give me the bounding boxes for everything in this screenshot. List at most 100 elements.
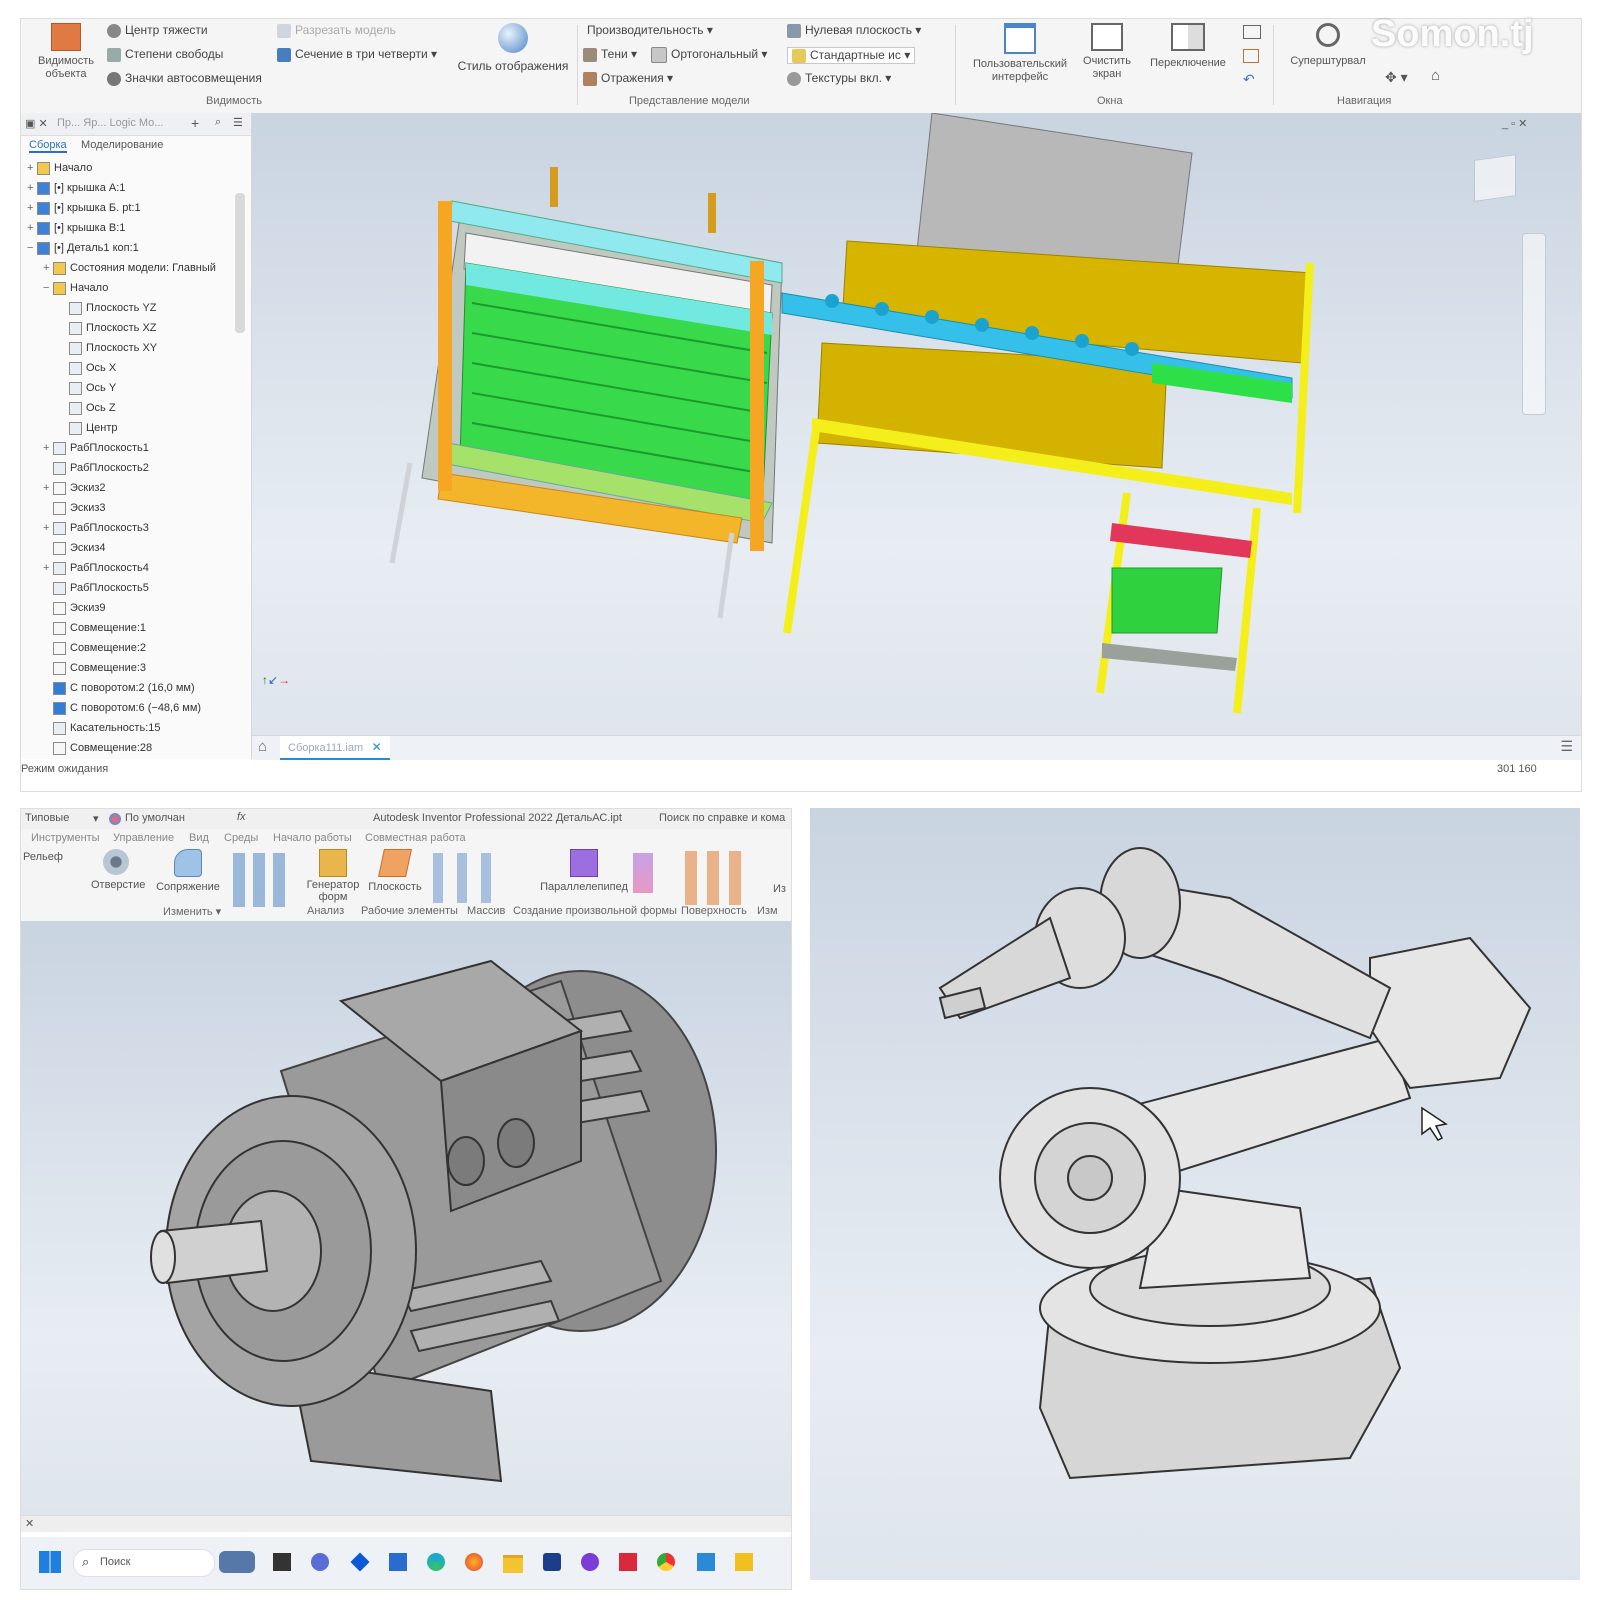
browser-tree-item[interactable]: Ось X <box>59 359 116 377</box>
purple-app-icon[interactable] <box>581 1553 599 1571</box>
browser-tree-item[interactable]: + [•] крышка Б. рt:1 <box>27 199 141 217</box>
center-of-gravity-toggle[interactable]: Центр тяжести <box>107 23 208 38</box>
navigation-bar[interactable] <box>1522 233 1546 415</box>
orthographic-dropdown[interactable]: Ортогональный ▾ <box>651 47 767 63</box>
document-tab[interactable]: Сборка111.iam ✕ <box>280 736 390 760</box>
more-tools-button[interactable]: Из <box>773 883 786 895</box>
browser-tree-item[interactable]: Ось Z <box>59 399 116 417</box>
tab-tools[interactable]: Инструменты <box>31 832 100 844</box>
search-icon[interactable]: ⌕ <box>215 116 221 129</box>
chrome-icon[interactable] <box>657 1553 675 1571</box>
browser-tree-item[interactable]: Плоскость XY <box>59 339 157 357</box>
preset-chevron-icon[interactable]: ▾ <box>93 812 99 825</box>
browser-tree-item[interactable]: С поворотом:6 (−48,6 мм) <box>43 699 201 717</box>
browser-tree-item[interactable]: + Начало <box>27 159 92 177</box>
browser-tree-item[interactable]: Совмещение:3 <box>43 659 146 677</box>
robot-arm-viewport[interactable] <box>810 808 1580 1580</box>
browser-tree-item[interactable]: Совмещение:2 <box>43 639 146 657</box>
calendar-icon[interactable] <box>389 1553 407 1571</box>
shape-generator-button[interactable]: Генератор форм <box>301 849 365 903</box>
top-3d-viewport[interactable]: ↑↙→ _ ▫ ✕ <box>252 113 1581 735</box>
task-view-icon[interactable] <box>273 1553 291 1571</box>
browser-tree-item[interactable]: Плоскость YZ <box>59 299 157 317</box>
tab-modeling[interactable]: Моделирование <box>81 139 163 151</box>
browser-tree-item[interactable]: Касательность:15 <box>43 719 160 737</box>
close-tab-icon[interactable]: ✕ <box>372 740 382 754</box>
viewcube-icon[interactable] <box>1474 154 1516 202</box>
expand-toggle-icon[interactable]: + <box>43 479 53 497</box>
browser-tree-item[interactable]: + Эскиз2 <box>43 479 106 497</box>
browser-tree-item[interactable]: + [•] крышка В:1 <box>27 219 125 237</box>
browser-tree-item[interactable]: Совмещение:28 <box>43 739 152 757</box>
tab-manage[interactable]: Управление <box>113 832 174 844</box>
undo-view-icon[interactable]: ↶ <box>1243 71 1255 88</box>
degrees-of-freedom-toggle[interactable]: Степени свободы <box>107 47 223 62</box>
chat-icon[interactable] <box>311 1553 329 1571</box>
inventor-icon[interactable] <box>697 1553 715 1571</box>
expand-toggle-icon[interactable]: + <box>27 179 37 197</box>
standard-lighting-dropdown[interactable]: Стандартные ис ▾ <box>787 47 916 64</box>
browser-tree-item[interactable]: Плоскость XZ <box>59 319 157 337</box>
red-app-icon[interactable] <box>619 1553 637 1571</box>
modify-tool-grid[interactable] <box>233 853 289 907</box>
taskbar-search-input[interactable]: ⌕ Поиск <box>73 1549 215 1577</box>
tab-assembly[interactable]: Сборка <box>29 139 67 153</box>
menu-icon[interactable]: ☰ <box>233 116 243 129</box>
appearance-icon[interactable] <box>109 813 121 825</box>
reflections-dropdown[interactable]: Отражения ▾ <box>583 71 673 86</box>
plane-button[interactable]: Плоскость <box>367 849 423 893</box>
browser-tree-item[interactable]: Совмещение:1 <box>43 619 146 637</box>
expand-toggle-icon[interactable]: + <box>43 559 53 577</box>
arrange-windows-icon[interactable] <box>1243 25 1261 39</box>
tab-collaborate[interactable]: Совместная работа <box>365 832 466 844</box>
ground-plane-toggle[interactable]: Нулевая плоскость ▾ <box>787 23 921 38</box>
browser-search-tabs[interactable]: Пр... Яр... Logic Мо... <box>57 117 163 129</box>
surface-icons[interactable] <box>685 851 747 905</box>
windows-start-icon[interactable] <box>39 1551 61 1573</box>
user-interface-button[interactable]: Пользовательский интерфейс <box>965 23 1075 84</box>
cut-model-button[interactable]: Разрезать модель <box>277 23 396 38</box>
browser-tree-item[interactable]: С поворотом:2 (16,0 мм) <box>43 679 195 697</box>
expand-toggle-icon[interactable]: + <box>27 199 37 217</box>
browser-scrollbar[interactable] <box>235 193 245 333</box>
browser-tree-item[interactable]: + РабПлоскость1 <box>43 439 149 457</box>
b-app-icon[interactable] <box>543 1553 561 1571</box>
expand-toggle-icon[interactable]: + <box>43 259 53 277</box>
browser-tree-item[interactable]: − Начало <box>43 279 108 297</box>
work-features-icons[interactable] <box>433 853 503 903</box>
browser-tree-item[interactable]: + РабПлоскость3 <box>43 519 149 537</box>
shadows-dropdown[interactable]: Тени ▾ <box>583 47 637 62</box>
preset-dropdown[interactable]: Типовые <box>25 812 69 824</box>
clean-screen-button[interactable]: Очистить экран <box>1075 23 1139 81</box>
dropbox-icon[interactable] <box>350 1552 370 1572</box>
browser-tree-item[interactable]: Эскиз3 <box>43 499 106 517</box>
display-style-button[interactable]: Стиль отображения <box>455 23 571 73</box>
browser-tree-item[interactable]: + РабПлоскость4 <box>43 559 149 577</box>
expand-toggle-icon[interactable]: − <box>27 239 37 257</box>
browser-tree-item[interactable]: Центр <box>59 419 118 437</box>
expand-toggle-icon[interactable]: + <box>43 519 53 537</box>
expand-toggle-icon[interactable]: + <box>27 219 37 237</box>
tab-environments[interactable]: Среды <box>224 832 258 844</box>
relief-button[interactable]: Рельеф <box>23 851 63 863</box>
tab-menu-icon[interactable]: ☰ <box>1560 738 1573 755</box>
expand-toggle-icon[interactable]: + <box>43 439 53 457</box>
browser-tree-item[interactable]: + Состояния модели: Главный <box>43 259 216 277</box>
expand-toggle-icon[interactable]: − <box>43 279 53 297</box>
object-visibility-button[interactable]: Видимость объекта <box>31 23 101 93</box>
auto-constraint-toggle[interactable]: Значки автосовмещения <box>107 71 262 86</box>
switch-window-button[interactable]: Переключение <box>1143 23 1233 69</box>
motor-3d-viewport[interactable] <box>21 921 791 1515</box>
textures-toggle[interactable]: Текстуры вкл. ▾ <box>787 71 891 86</box>
steering-wheel-button[interactable]: Суперштурвал <box>1283 23 1373 67</box>
edge-icon[interactable] <box>427 1553 445 1571</box>
three-quarter-section-button[interactable]: Сечение в три четверти ▾ <box>277 47 437 62</box>
add-icon[interactable]: + <box>191 115 199 131</box>
expand-toggle-icon[interactable]: + <box>27 159 37 177</box>
browser-tree-item[interactable]: РабПлоскость5 <box>43 579 149 597</box>
close-icon[interactable]: ▣ ✕ <box>25 117 48 130</box>
new-window-icon[interactable] <box>1243 49 1259 63</box>
tab-view[interactable]: Вид <box>189 832 209 844</box>
widgets-icon[interactable] <box>219 1551 255 1573</box>
browser-tree-item[interactable]: Эскиз4 <box>43 539 106 557</box>
